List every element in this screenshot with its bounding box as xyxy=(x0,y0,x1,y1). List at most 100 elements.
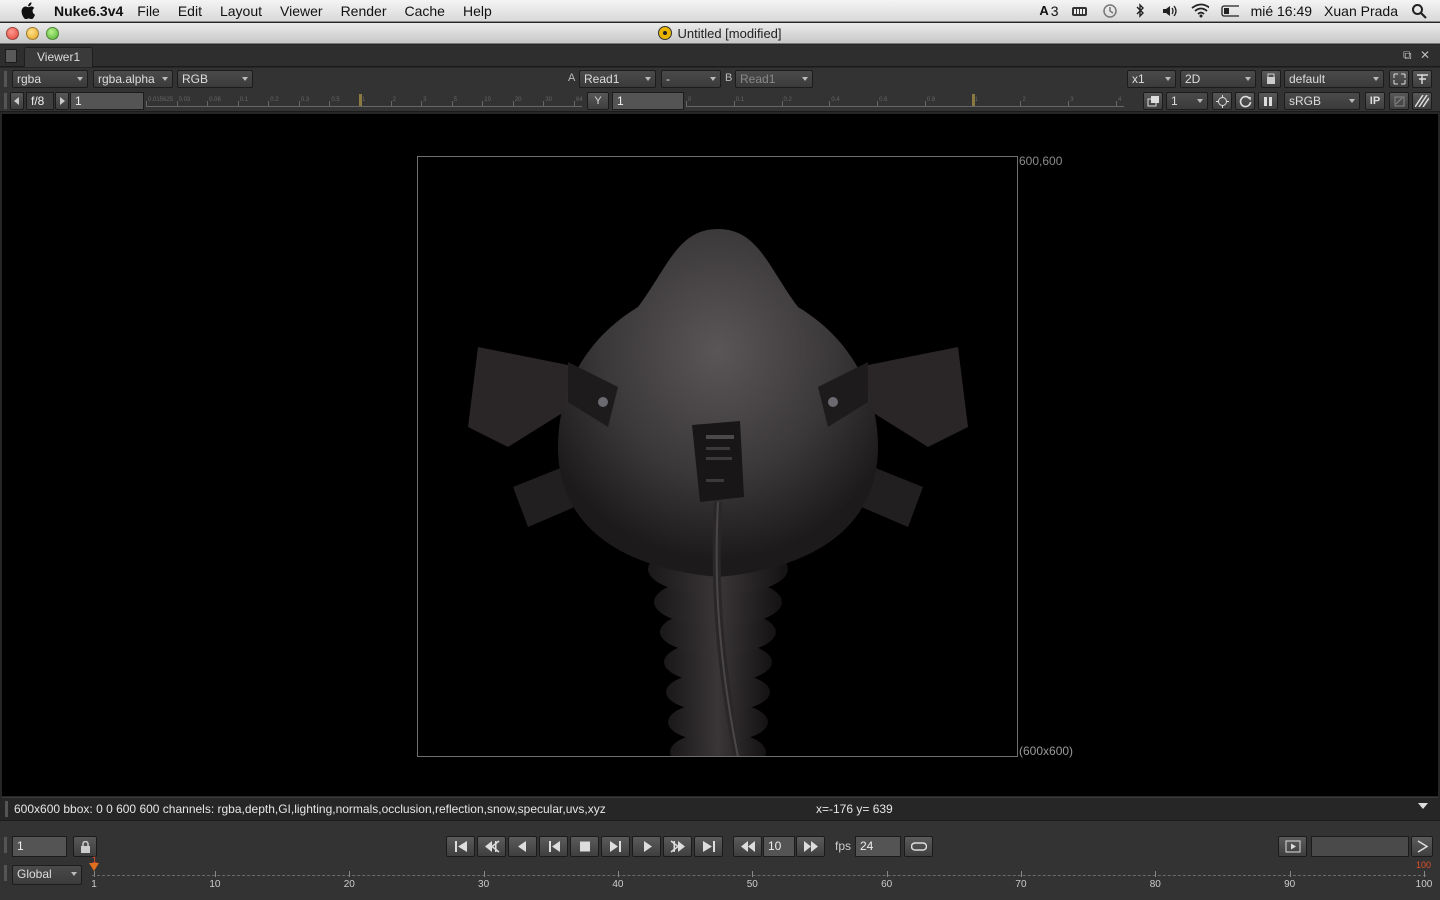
compare-operation-dropdown[interactable]: - xyxy=(661,70,721,88)
colorspace-value: sRGB xyxy=(1289,94,1322,108)
float-pane-icon[interactable]: ⧉ xyxy=(1403,48,1412,63)
colorspace-dropdown[interactable]: sRGB xyxy=(1284,92,1360,110)
wifi-icon[interactable] xyxy=(1191,3,1209,19)
battery-icon[interactable] xyxy=(1220,3,1239,19)
camera-lock-button[interactable] xyxy=(1261,70,1281,88)
input-a-value: Read1 xyxy=(584,72,620,86)
app-menu[interactable]: Nuke6.3v4 xyxy=(54,3,123,19)
adobe-status[interactable]: A 3 xyxy=(1039,3,1058,19)
play-forward-button[interactable] xyxy=(601,836,630,857)
last-frame-button[interactable] xyxy=(694,836,723,857)
window-titlebar[interactable]: Untitled [modified] xyxy=(0,23,1440,44)
image-frame[interactable] xyxy=(417,156,1018,757)
display-channels-dropdown[interactable]: RGB xyxy=(177,70,253,88)
pane-menu-button[interactable] xyxy=(5,49,17,63)
user-name[interactable]: Xuan Prada xyxy=(1324,3,1398,19)
image-info: 600x600 bbox: 0 0 600 600 channels: rgba… xyxy=(14,802,606,816)
adobe-icon: A xyxy=(1039,3,1049,18)
ruler-tick xyxy=(237,101,239,106)
menu-cache[interactable]: Cache xyxy=(404,3,444,19)
overlay-toggle-button[interactable] xyxy=(1412,70,1432,88)
volume-icon[interactable] xyxy=(1161,3,1179,19)
input-a-dropdown[interactable]: Read1 xyxy=(579,70,656,88)
lock-range-button[interactable] xyxy=(73,836,97,857)
channels-dropdown[interactable]: rgba xyxy=(12,70,88,88)
alpha-channel-dropdown[interactable]: rgba.alpha xyxy=(93,70,173,88)
close-window-button[interactable] xyxy=(6,27,19,40)
clipping-warning-button[interactable] xyxy=(1412,92,1432,110)
gain-slider[interactable]: 0.015625 0.03 0.06 0.1 0.2 0.3 0.5 1 2 3 5 10 20 30 64 xyxy=(146,94,583,107)
chevron-down-icon xyxy=(710,77,716,81)
fstop-field[interactable]: f/8 xyxy=(26,92,54,110)
info-menu-icon[interactable] xyxy=(1418,803,1428,809)
frame-increment-field[interactable]: 10 xyxy=(763,836,795,857)
stop-button[interactable] xyxy=(570,836,599,857)
first-frame-button[interactable] xyxy=(446,836,475,857)
next-keyframe-button[interactable] xyxy=(663,836,692,857)
search-icon[interactable] xyxy=(1410,3,1428,19)
previous-frame-button[interactable] xyxy=(508,836,537,857)
timeline-tick xyxy=(1020,871,1022,877)
menu-help[interactable]: Help xyxy=(463,3,492,19)
battery-meter-icon[interactable] xyxy=(1071,3,1089,19)
timeline-options-button[interactable] xyxy=(1411,836,1433,857)
input-b-dropdown[interactable]: Read1 xyxy=(735,70,813,88)
slider-handle[interactable] xyxy=(971,94,975,106)
clock[interactable]: mié 16:49 xyxy=(1251,3,1312,19)
next-frame-button[interactable] xyxy=(632,836,661,857)
menu-file[interactable]: File xyxy=(137,3,160,19)
downrez-dropdown[interactable]: 1 xyxy=(1166,92,1208,110)
gamma-slider[interactable]: 0 0.1 0.2 0.4 0.6 0.8 1 2 3 4 xyxy=(686,94,1124,107)
menu-render[interactable]: Render xyxy=(341,3,387,19)
ruler-tick xyxy=(1116,101,1117,106)
timeline-slider[interactable]: 1 10 20 30 40 50 60 70 80 90 100 1 100 xyxy=(89,855,1432,890)
slider-handle[interactable] xyxy=(359,94,362,106)
chevron-down-icon xyxy=(71,872,77,876)
input-process-button[interactable]: IP xyxy=(1365,92,1385,110)
minimize-window-button[interactable] xyxy=(26,27,39,40)
proxy-toggle-button[interactable] xyxy=(1143,92,1163,110)
menu-layout[interactable]: Layout xyxy=(220,3,262,19)
step-back-increment-button[interactable] xyxy=(733,836,762,857)
ruler-tick-label: 1 xyxy=(974,97,978,103)
chevron-down-icon xyxy=(802,77,808,81)
refresh-button[interactable] xyxy=(1235,92,1255,110)
pause-button[interactable] xyxy=(1258,92,1278,110)
tab-viewer1[interactable]: Viewer1 xyxy=(24,47,94,67)
fstop-decrease-button[interactable] xyxy=(10,92,24,110)
gamma-field[interactable]: 1 xyxy=(612,92,684,110)
toolbar-grip xyxy=(4,93,7,109)
timeline-tick xyxy=(617,871,619,877)
gain-field[interactable]: 1 xyxy=(70,92,144,110)
lut-profile-dropdown[interactable]: default xyxy=(1284,70,1384,88)
ruler-tick-label: 0.3 xyxy=(300,97,310,103)
playback-mode-button[interactable] xyxy=(904,836,933,857)
ruler-tick xyxy=(1068,101,1070,106)
viewer-info-bar: 600x600 bbox: 0 0 600 600 channels: rgba… xyxy=(2,797,1438,819)
format-size-label: (600x600) xyxy=(1019,744,1074,758)
region-of-interest-button[interactable] xyxy=(1212,92,1232,110)
step-forward-increment-button[interactable] xyxy=(796,836,825,857)
ruler-tick xyxy=(390,101,392,106)
menu-viewer[interactable]: Viewer xyxy=(280,3,323,19)
zoom-window-button[interactable] xyxy=(46,27,59,40)
bluetooth-icon[interactable] xyxy=(1131,3,1149,19)
apple-icon[interactable] xyxy=(18,0,40,22)
viewer-canvas[interactable]: 600,600 (600x600) xyxy=(2,114,1438,796)
zoom-dropdown[interactable]: x1 xyxy=(1127,70,1176,88)
wipe-button[interactable] xyxy=(1389,92,1409,110)
frame-range-mode-dropdown[interactable]: Global xyxy=(12,865,82,885)
current-frame-field[interactable]: 1 xyxy=(12,836,67,857)
play-backward-button[interactable] xyxy=(539,836,568,857)
flipbook-range-field[interactable] xyxy=(1311,836,1409,857)
flipbook-button[interactable] xyxy=(1278,836,1307,857)
gamma-toggle-button[interactable]: Y xyxy=(587,92,609,110)
close-pane-icon[interactable]: ✕ xyxy=(1420,48,1430,62)
view-mode-dropdown[interactable]: 2D xyxy=(1180,70,1256,88)
roi-button[interactable] xyxy=(1389,70,1409,88)
menu-edit[interactable]: Edit xyxy=(178,3,202,19)
previous-keyframe-button[interactable] xyxy=(477,836,506,857)
fstop-increase-button[interactable] xyxy=(55,92,69,110)
time-machine-icon[interactable] xyxy=(1101,3,1119,19)
fps-field[interactable]: 24 xyxy=(855,836,901,857)
